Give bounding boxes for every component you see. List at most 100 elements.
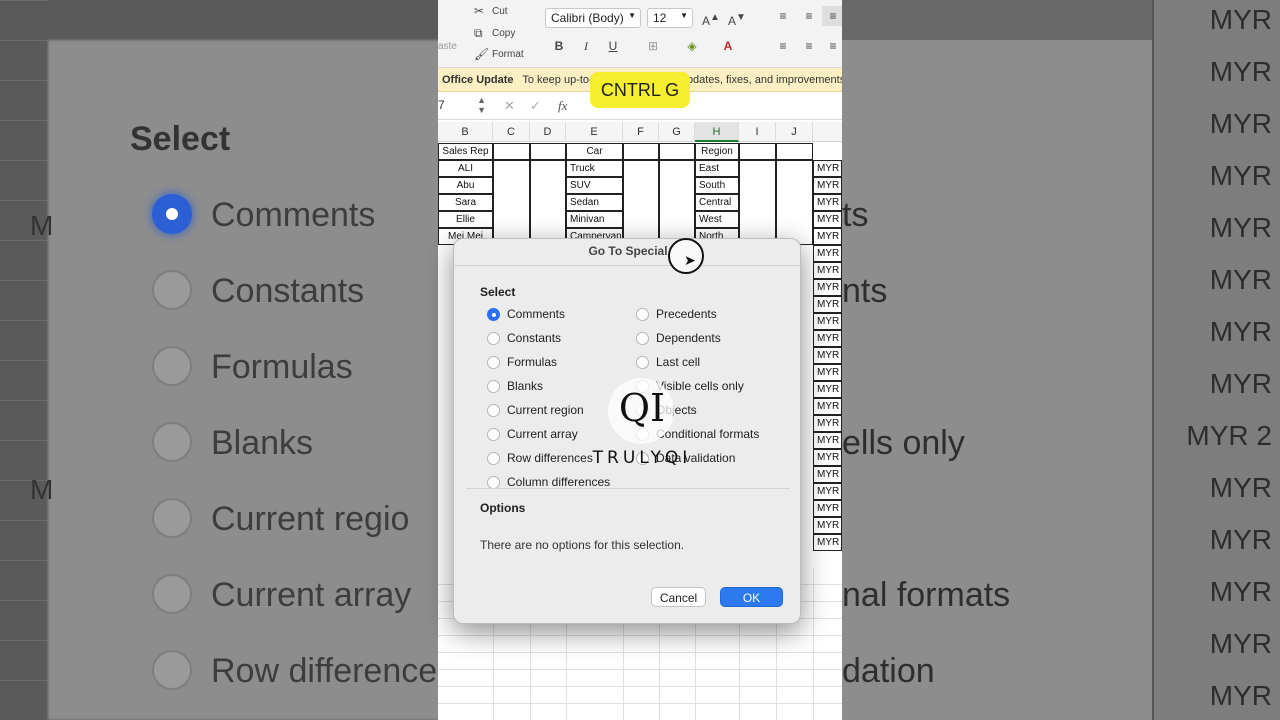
italic-button[interactable]: I (575, 36, 597, 56)
ok-button[interactable]: OK (720, 587, 783, 607)
table-cell[interactable]: Central (695, 194, 739, 211)
column-header[interactable]: B (438, 122, 493, 142)
radio-icon[interactable] (487, 380, 500, 393)
column-header[interactable]: G (659, 122, 695, 142)
column-header-selected[interactable]: H (695, 122, 739, 142)
format-painter-button[interactable]: Format (492, 49, 524, 60)
table-cell[interactable]: South (695, 177, 739, 194)
table-cell[interactable] (659, 143, 695, 160)
currency-cell[interactable]: MYR (813, 364, 842, 381)
table-cell[interactable] (493, 160, 530, 245)
currency-cell[interactable]: MYR (813, 415, 842, 432)
function-icon[interactable]: fx (558, 98, 567, 114)
table-cell[interactable] (739, 143, 776, 160)
table-cell[interactable] (623, 160, 659, 245)
align-middle-icon[interactable]: ≡ (798, 6, 820, 26)
cancel-button[interactable]: Cancel (651, 587, 706, 607)
decrease-font-icon[interactable]: A▼ (726, 8, 748, 28)
font-size-select[interactable]: 12 ▼ (647, 8, 693, 28)
column-header[interactable]: F (623, 122, 659, 142)
currency-cell[interactable]: MYR (813, 160, 842, 177)
table-cell[interactable] (493, 143, 530, 160)
currency-cell[interactable]: MYR (813, 466, 842, 483)
currency-cell[interactable]: MYR (813, 347, 842, 364)
radio-selected-icon[interactable] (487, 308, 500, 321)
bold-button[interactable]: B (548, 36, 570, 56)
radio-icon[interactable] (487, 428, 500, 441)
column-header[interactable]: D (530, 122, 566, 142)
table-cell[interactable]: Sara (438, 194, 493, 211)
radio-icon[interactable] (636, 308, 649, 321)
currency-cell[interactable]: MYR (813, 449, 842, 466)
currency-cell[interactable]: MYR (813, 211, 842, 228)
currency-cell[interactable]: MYR (813, 517, 842, 534)
table-header-cell[interactable]: Region (695, 143, 739, 160)
name-box[interactable]: 7 ▲ ▼ (438, 95, 492, 115)
fill-color-icon[interactable]: ◈ (681, 36, 703, 56)
confirm-entry-icon[interactable]: ✓ (530, 98, 541, 114)
table-header-cell[interactable]: Car (566, 143, 623, 160)
currency-cell[interactable]: MYR (813, 177, 842, 194)
currency-cell[interactable]: MYR (813, 500, 842, 517)
radio-icon[interactable] (636, 332, 649, 345)
currency-cell[interactable]: MYR (813, 381, 842, 398)
table-cell[interactable]: West (695, 211, 739, 228)
background-cell: MYR (1209, 264, 1272, 295)
currency-cell[interactable]: MYR (813, 245, 842, 262)
table-cell[interactable] (739, 160, 776, 245)
align-left-icon[interactable]: ≡ (772, 36, 794, 56)
radio-icon[interactable] (487, 356, 500, 369)
scissors-icon[interactable]: ✂ (474, 4, 484, 18)
table-header-cell[interactable]: Sales Rep (438, 143, 493, 160)
cut-button[interactable]: Cut (492, 6, 508, 17)
table-cell[interactable]: Ellie (438, 211, 493, 228)
increase-font-icon[interactable]: A▲ (700, 8, 722, 28)
currency-cell[interactable]: MYR (813, 432, 842, 449)
currency-cell[interactable]: MYR (813, 398, 842, 415)
table-cell[interactable] (530, 143, 566, 160)
column-header[interactable]: C (493, 122, 530, 142)
underline-button[interactable]: U (602, 36, 624, 56)
table-cell[interactable]: Abu (438, 177, 493, 194)
table-cell[interactable] (530, 160, 566, 245)
align-top-icon[interactable]: ≡ (772, 6, 794, 26)
font-name-select[interactable]: Calibri (Body) ▼ (545, 8, 641, 28)
table-cell[interactable] (659, 160, 695, 245)
align-center-icon[interactable]: ≡ (798, 36, 820, 56)
table-cell[interactable] (623, 143, 659, 160)
radio-icon[interactable] (487, 404, 500, 417)
table-cell[interactable]: SUV (566, 177, 623, 194)
column-header[interactable]: E (566, 122, 623, 142)
table-cell[interactable]: Truck (566, 160, 623, 177)
option-label: Constants (507, 331, 562, 345)
radio-icon[interactable] (487, 452, 500, 465)
currency-cell[interactable]: MYR (813, 330, 842, 347)
table-cell[interactable]: Sedan (566, 194, 623, 211)
align-right-icon[interactable]: ≡ (822, 36, 842, 56)
table-cell[interactable] (776, 143, 813, 160)
currency-cell[interactable]: MYR (813, 313, 842, 330)
currency-cell[interactable]: MYR (813, 262, 842, 279)
align-bottom-icon[interactable]: ≡ (822, 6, 842, 26)
copy-button[interactable]: Copy (492, 28, 515, 39)
font-color-icon[interactable]: A (717, 36, 739, 56)
currency-cell[interactable]: MYR (813, 483, 842, 500)
currency-cell[interactable]: MYR (813, 296, 842, 313)
borders-icon[interactable]: ⊞ (642, 36, 664, 56)
copy-icon[interactable]: ⧉ (474, 26, 483, 41)
radio-icon[interactable] (636, 356, 649, 369)
column-header[interactable]: J (776, 122, 813, 142)
table-cell[interactable]: Minivan (566, 211, 623, 228)
currency-cell[interactable]: MYR (813, 194, 842, 211)
cancel-entry-icon[interactable]: ✕ (504, 98, 515, 114)
radio-icon[interactable] (487, 332, 500, 345)
table-cell[interactable]: ALI (438, 160, 493, 177)
column-header[interactable]: I (739, 122, 776, 142)
format-painter-icon[interactable]: 🖌 (474, 47, 489, 61)
currency-cell[interactable]: MYR (813, 534, 842, 551)
currency-cell[interactable]: MYR (813, 228, 842, 245)
table-cell[interactable]: East (695, 160, 739, 177)
stepper-icon[interactable]: ▲ ▼ (477, 95, 486, 115)
table-cell[interactable] (776, 160, 813, 245)
currency-cell[interactable]: MYR (813, 279, 842, 296)
